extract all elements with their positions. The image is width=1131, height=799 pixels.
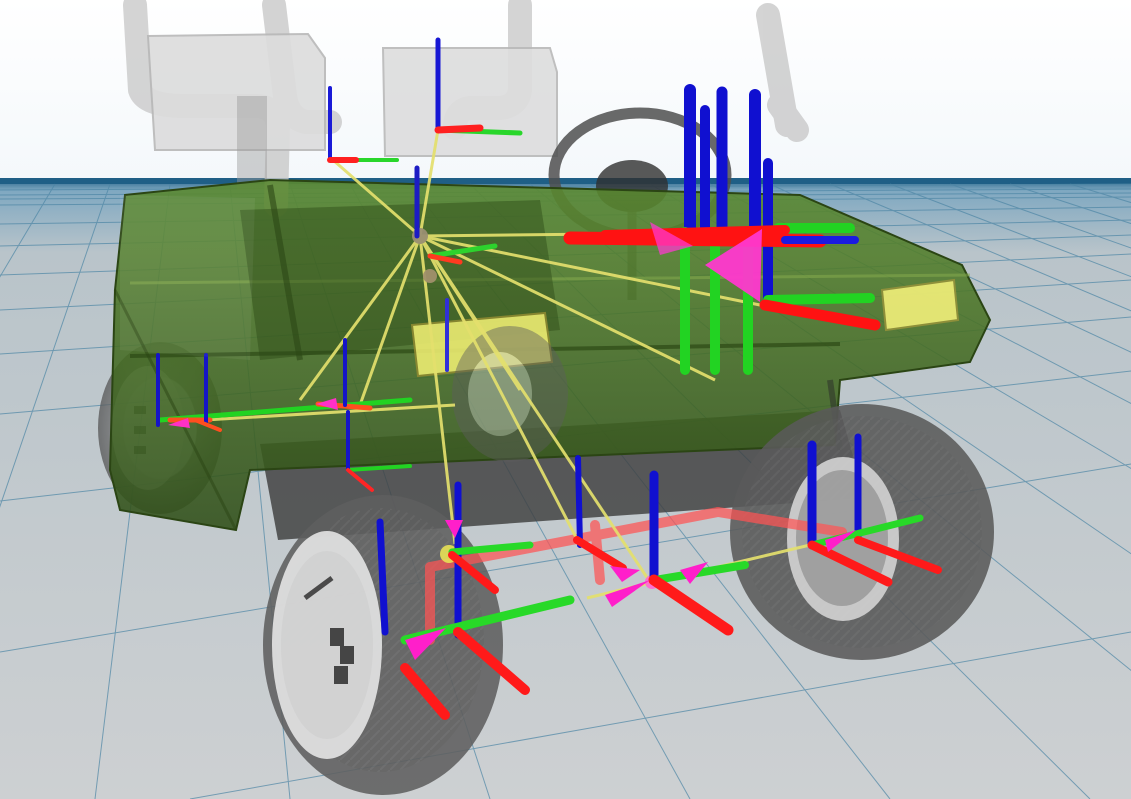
headlight-right [880, 278, 960, 332]
simulation-viewport[interactable] [0, 0, 1131, 799]
3d-scene[interactable] [0, 0, 1131, 799]
rear-right-wheel[interactable] [452, 326, 568, 462]
overlay-glare [120, 195, 255, 360]
